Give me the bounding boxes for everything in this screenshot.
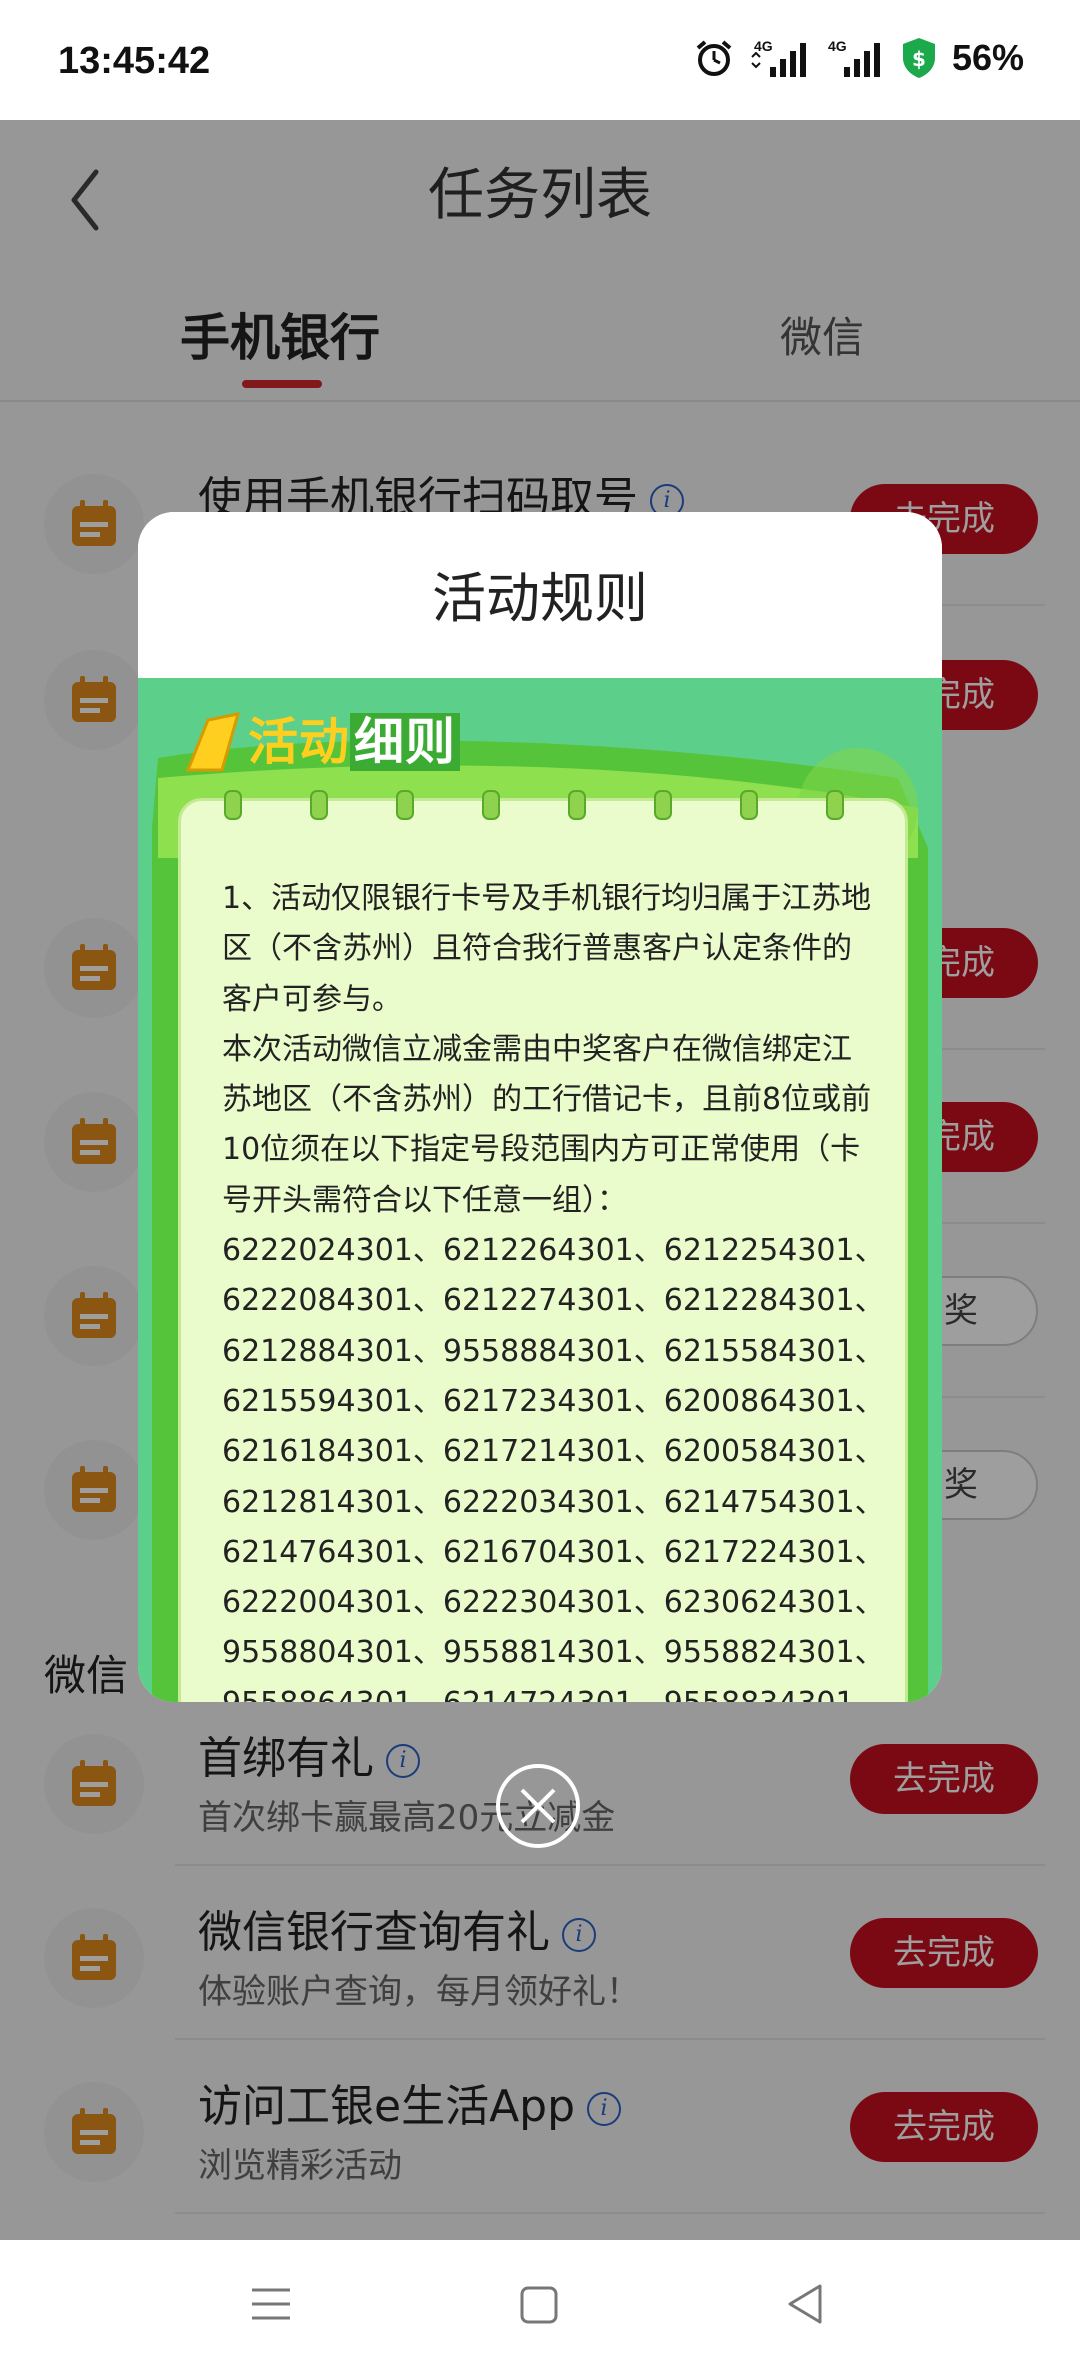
modal-body[interactable]: 活动细则 1、活动仅限银行卡号及手机银行均归属于江苏地 区（不含苏州）且符合我行…: [138, 678, 942, 1702]
rules-text: 1、活动仅限银行卡号及手机银行均归属于江苏地 区（不含苏州）且符合我行普惠客户认…: [222, 874, 885, 1702]
binder-ring: [482, 790, 500, 820]
rules-line: 10位须在以下指定号段范围内方可正常使用（卡: [222, 1132, 861, 1168]
modal-header: 活动规则: [138, 512, 942, 678]
home-square-icon[interactable]: [518, 2280, 560, 2328]
rules-line: 6216184301、6217214301、6200584301、: [222, 1434, 885, 1470]
svg-text:$: $: [912, 47, 926, 71]
menu-icon[interactable]: [250, 2280, 292, 2328]
rules-line: 6215594301、6217234301、6200864301、: [222, 1383, 885, 1419]
close-icon: [520, 1788, 556, 1824]
rules-line: 6214764301、6216704301、6217224301、: [222, 1534, 885, 1570]
rules-banner: 活动细则: [248, 702, 460, 774]
binder-ring: [740, 790, 758, 820]
shield-money-icon: $: [902, 38, 935, 78]
rules-line: 9558864301、6214724301、9558834301、: [222, 1679, 885, 1702]
rules-modal: 活动规则 活动细则 1、活动仅限银行卡号及手机银行均归属于江苏地 区（不含苏州）…: [138, 512, 942, 1702]
battery-percent: 56%: [951, 37, 1024, 78]
banner-word-2: 细则: [350, 713, 460, 771]
status-time: 13:45:42: [58, 40, 211, 82]
rules-line: 9558804301、9558814301、9558824301、: [222, 1635, 885, 1671]
modal-title: 活动规则: [432, 567, 648, 630]
binder-ring: [568, 790, 586, 820]
rules-line: 区（不含苏州）且符合我行普惠客户认定条件的: [222, 931, 852, 967]
rules-line: 苏地区（不含苏州）的工行借记卡，且前8位或前: [222, 1082, 872, 1118]
rules-line: 客户可参与。: [222, 981, 402, 1017]
alarm-icon: [696, 40, 732, 76]
back-triangle-icon[interactable]: [784, 2280, 826, 2328]
binder-ring: [654, 790, 672, 820]
rules-line: 6222004301、6222304301、6230624301、: [222, 1585, 885, 1621]
binder-ring: [396, 790, 414, 820]
rules-line: 6222024301、6212264301、6212254301、: [222, 1233, 885, 1269]
binder-ring: [310, 790, 328, 820]
binder-ring: [826, 790, 844, 820]
status-bar: 13:45:42 4G 4G $ 56%: [0, 0, 1080, 120]
binder-ring: [224, 790, 242, 820]
net-label-2: 4G: [828, 38, 847, 54]
close-button[interactable]: [496, 1764, 580, 1848]
signal-4g-icon-2: 4G: [828, 38, 880, 77]
signal-4g-icon: 4G: [751, 38, 806, 77]
status-icons: 4G 4G $ 56%: [694, 36, 1024, 80]
rules-line: 本次活动微信立减金需由中奖客户在微信绑定江: [222, 1031, 852, 1067]
system-nav-bar: [0, 2240, 1080, 2376]
rules-line: 6212884301、9558884301、6215584301、: [222, 1333, 885, 1369]
net-label-1: 4G: [754, 38, 773, 54]
rules-line: 1、活动仅限银行卡号及手机银行均归属于江苏地: [222, 881, 872, 916]
rules-line: 6222084301、6212274301、6212284301、: [222, 1283, 885, 1319]
banner-word-1: 活动: [248, 713, 350, 771]
binder-rings: [224, 790, 864, 820]
rules-line: 6212814301、6222034301、6214754301、: [222, 1484, 885, 1520]
rules-line: 号开头需符合以下任意一组）：: [222, 1182, 627, 1218]
